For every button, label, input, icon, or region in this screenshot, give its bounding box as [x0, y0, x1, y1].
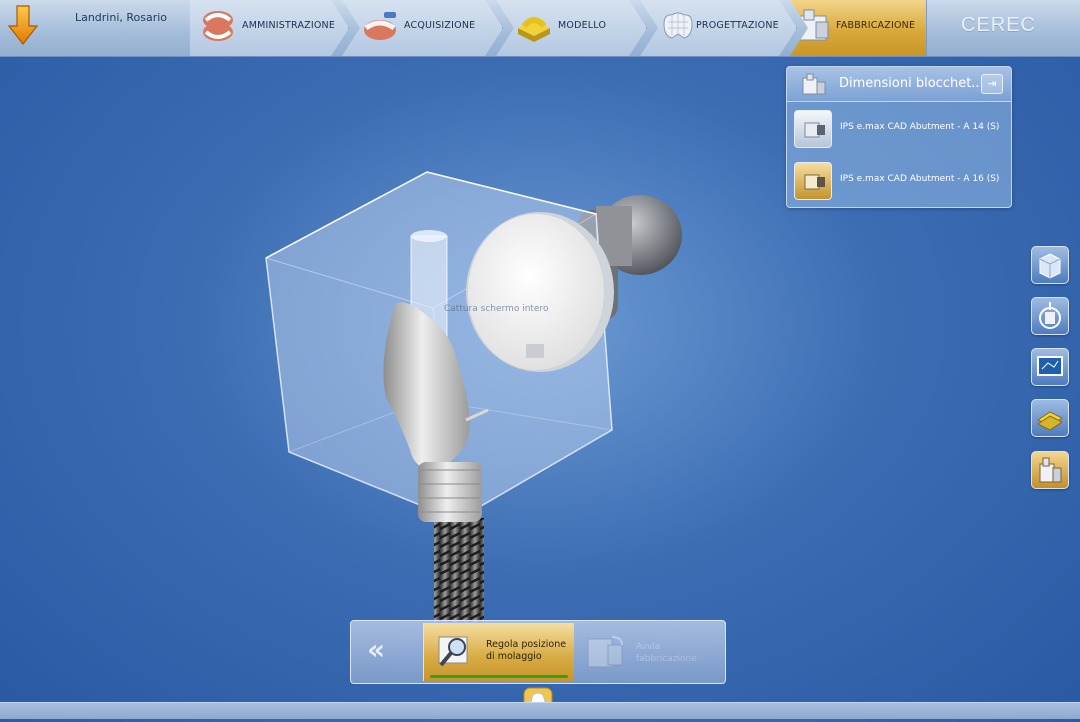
bottom-toolbar: « Regola posizione di molaggio Avvia fab…: [350, 620, 726, 684]
block-icon: [804, 122, 825, 138]
screen-monitor-button[interactable]: [1031, 348, 1069, 386]
tool-settings-icon: [1037, 411, 1063, 431]
step-label: PROGETTAZIONE: [696, 20, 779, 31]
step-label: MODELLO: [558, 20, 607, 31]
collapse-arrow-icon: ⇥: [987, 77, 997, 90]
scan-jaw-icon: [360, 6, 400, 46]
milling-machine-icon: [587, 636, 623, 668]
step-model[interactable]: MODELLO: [496, 0, 647, 56]
milling-unit-button[interactable]: [1031, 451, 1069, 489]
step-label: FABBRICAZIONE: [836, 20, 916, 31]
start-fabrication-button[interactable]: Avvia fabbricazione: [576, 623, 722, 681]
panel-title: Dimensioni blocchet...: [839, 76, 984, 91]
block-icon: [804, 174, 825, 190]
action-label: Regola posizione di molaggio: [486, 639, 567, 662]
panel-header: Dimensioni blocchet... ⇥: [787, 67, 1011, 102]
collapse-panel-button[interactable]: ⇥: [981, 74, 1003, 94]
status-strip: [0, 702, 1080, 719]
dental-arch-icon: [198, 6, 238, 46]
step-acquisition[interactable]: ACQUISIZIONE: [342, 0, 503, 56]
restoration-position-button[interactable]: [1031, 297, 1069, 335]
brand-logo: CEREC: [960, 14, 1036, 36]
cube-view-button[interactable]: [1031, 246, 1069, 284]
next-label: Avvia fabbricazione: [636, 642, 697, 664]
patient-name: Landrini, Rosario: [74, 11, 168, 24]
capture-screen-tooltip: Cattura schermo intero: [444, 304, 549, 314]
implant-screw: [434, 518, 484, 622]
ceramic-disc: [466, 212, 614, 372]
block-size-icon: [802, 73, 826, 95]
magnifier-block-icon: [438, 636, 468, 667]
block-option-label: IPS e.max CAD Abutment - A 14 (S): [840, 122, 1000, 132]
workflow-steps: AMMINISTRAZIONE ACQUISIZIONE MODELLO PRO…: [190, 0, 930, 56]
progress-bar: [430, 675, 568, 678]
milling-unit-icon: [1039, 457, 1062, 483]
crown-design-icon: [658, 6, 698, 46]
block-dimensions-panel: Dimensioni blocchet... ⇥ IPS e.max CAD A…: [786, 66, 1012, 208]
block-option-label: IPS e.max CAD Abutment - A 16 (S): [840, 174, 1000, 184]
double-chevron-left-icon: «: [367, 633, 385, 666]
adjust-milling-position-button[interactable]: Regola posizione di molaggio: [424, 623, 574, 681]
screen-monitor-icon: [1037, 356, 1063, 376]
block-option-a16[interactable]: IPS e.max CAD Abutment - A 16 (S): [793, 159, 1005, 203]
block-thumbnail: [794, 110, 832, 148]
menu-arrow-button[interactable]: [6, 2, 40, 48]
block-option-a14[interactable]: IPS e.max CAD Abutment - A 14 (S): [793, 107, 1005, 151]
workflow-bar: Landrini, Rosario AMMINISTRAZIONE ACQUIS…: [0, 0, 1080, 57]
step-administration[interactable]: AMMINISTRAZIONE: [190, 0, 349, 56]
tool-settings-button[interactable]: [1031, 399, 1069, 437]
step-fabrication[interactable]: FABBRICAZIONE: [790, 0, 927, 56]
back-button[interactable]: «: [353, 623, 424, 681]
restoration-position-icon: [1039, 302, 1061, 329]
down-arrow-icon: [7, 5, 39, 45]
cube-view-icon: [1039, 253, 1061, 279]
step-label: AMMINISTRAZIONE: [242, 20, 336, 31]
block-thumbnail-selected: [794, 162, 832, 200]
step-label: ACQUISIZIONE: [404, 20, 476, 31]
milling-unit-icon: [799, 9, 829, 41]
model-base-icon: [514, 6, 554, 46]
step-design[interactable]: PROGETTAZIONE: [640, 0, 797, 56]
